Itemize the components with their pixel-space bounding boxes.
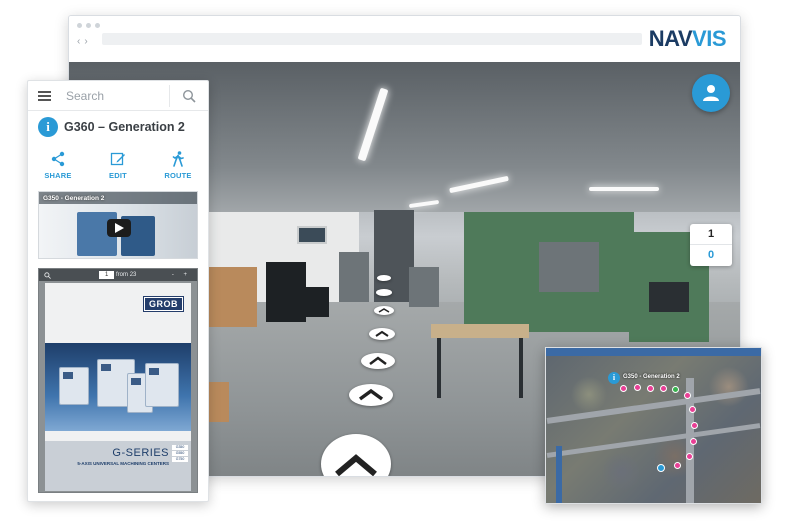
- waypoint-marker[interactable]: [374, 306, 394, 315]
- logo-part-nav: NAV: [648, 26, 693, 51]
- floor-selector: 1 0: [690, 224, 732, 266]
- waypoint-marker[interactable]: [361, 353, 395, 369]
- minimap-aerial: [546, 348, 761, 503]
- search-icon[interactable]: [182, 89, 196, 103]
- edit-icon: [110, 152, 125, 166]
- pallet: [209, 382, 229, 422]
- document-viewer[interactable]: 1 from 23 - + GROB G-SERIES 5-AXIS UNIVE…: [38, 268, 198, 493]
- route-marker: [686, 453, 693, 460]
- poi-header: i G360 – Generation 2: [38, 117, 185, 137]
- window-dot[interactable]: [86, 23, 91, 28]
- page-total: 23: [129, 272, 137, 278]
- share-label: SHARE: [44, 171, 72, 180]
- poi-actions: SHARE EDIT ROUTE: [28, 151, 208, 180]
- address-bar[interactable]: [102, 33, 642, 45]
- route-marker: [620, 385, 627, 392]
- document-page: GROB G-SERIES 5-AXIS UNIVERSAL MACHINING…: [45, 283, 191, 491]
- shelf: [339, 252, 369, 302]
- machine-image: [145, 363, 179, 407]
- browser-toolbar: ‹› NAVVIS: [69, 16, 740, 62]
- video-title: G350 - Generation 2: [43, 195, 105, 202]
- divider: [169, 85, 170, 107]
- navvis-logo: NAVVIS: [648, 26, 727, 52]
- route-button[interactable]: ROUTE: [153, 151, 203, 180]
- current-position-marker: [657, 464, 665, 472]
- waypoint-marker[interactable]: [376, 289, 392, 296]
- search-input[interactable]: [66, 88, 171, 104]
- series-subtitle: 5-AXIS UNIVERSAL MACHINING CENTERS: [77, 461, 169, 466]
- waypoint-marker[interactable]: [369, 328, 395, 340]
- waypoint-marker[interactable]: [377, 275, 391, 281]
- floor-option-0[interactable]: 0: [690, 245, 732, 266]
- play-button[interactable]: [107, 219, 131, 237]
- waypoint-marker[interactable]: [321, 434, 391, 476]
- search-bar: [28, 81, 208, 111]
- document-hero-image: [45, 343, 191, 431]
- side-panel: i G360 – Generation 2 SHARE EDIT ROUTE: [27, 80, 209, 502]
- table-leg: [519, 338, 523, 398]
- info-icon: i: [38, 117, 58, 137]
- floor-option-1[interactable]: 1: [690, 224, 732, 245]
- minimap[interactable]: i G350 - Generation 2: [545, 347, 762, 504]
- minimap-lane: [546, 348, 761, 356]
- brand-badge: GROB: [143, 296, 184, 312]
- hamburger-icon[interactable]: [38, 91, 51, 101]
- document-toolbar: 1 from 23 - +: [39, 269, 197, 281]
- share-button[interactable]: SHARE: [33, 151, 83, 180]
- machine-part: [539, 242, 599, 292]
- box-stack: [301, 287, 329, 317]
- walking-person-icon: [172, 151, 184, 167]
- model-list: G350 G550 G750: [172, 445, 188, 463]
- table-leg: [437, 338, 441, 398]
- edit-label: EDIT: [109, 171, 127, 180]
- window-dot[interactable]: [95, 23, 100, 28]
- machine-part: [649, 282, 689, 312]
- browser-nav: ‹›: [77, 36, 92, 47]
- machine-image: [59, 367, 89, 405]
- route-marker: [674, 462, 681, 469]
- poi-title: G360 – Generation 2: [64, 120, 185, 134]
- route-label: ROUTE: [164, 171, 192, 180]
- route-marker: [684, 392, 691, 399]
- route-marker: [672, 386, 679, 393]
- info-icon[interactable]: i: [608, 372, 620, 384]
- minimap-poi-label: G350 - Generation 2: [623, 374, 680, 380]
- cart: [409, 267, 439, 307]
- wall-window: [297, 226, 327, 244]
- page-number-input[interactable]: 1: [99, 271, 115, 279]
- box-stack: [266, 262, 306, 322]
- route-marker: [691, 422, 698, 429]
- route-marker: [689, 406, 696, 413]
- play-icon: [115, 223, 124, 233]
- forward-icon[interactable]: ›: [84, 36, 91, 47]
- page-separator: from: [116, 272, 129, 278]
- series-title: G-SERIES: [112, 447, 169, 459]
- route-marker: [647, 385, 654, 392]
- ceiling-light: [589, 187, 659, 191]
- model-label: G350: [172, 445, 188, 450]
- window-controls: [77, 23, 100, 28]
- route-marker: [634, 384, 641, 391]
- pallet-boxes: [209, 267, 257, 327]
- route-marker: [690, 438, 697, 445]
- window-dot[interactable]: [77, 23, 82, 28]
- user-icon[interactable]: [692, 74, 730, 112]
- search-icon[interactable]: [44, 272, 51, 279]
- waypoint-marker[interactable]: [349, 384, 393, 406]
- zoom-controls[interactable]: - +: [172, 269, 191, 281]
- workbench: [431, 324, 529, 338]
- edit-button[interactable]: EDIT: [93, 151, 143, 180]
- logo-part-vis: VIS: [692, 26, 726, 51]
- share-icon: [51, 151, 65, 167]
- minimap-lane: [556, 446, 562, 503]
- model-label: G550: [172, 451, 188, 456]
- route-marker: [660, 385, 667, 392]
- model-label: G750: [172, 457, 188, 462]
- series-footer: G-SERIES 5-AXIS UNIVERSAL MACHINING CENT…: [45, 441, 191, 491]
- video-player[interactable]: G350 - Generation 2: [38, 191, 198, 259]
- page-indicator: 1 from 23: [99, 269, 136, 281]
